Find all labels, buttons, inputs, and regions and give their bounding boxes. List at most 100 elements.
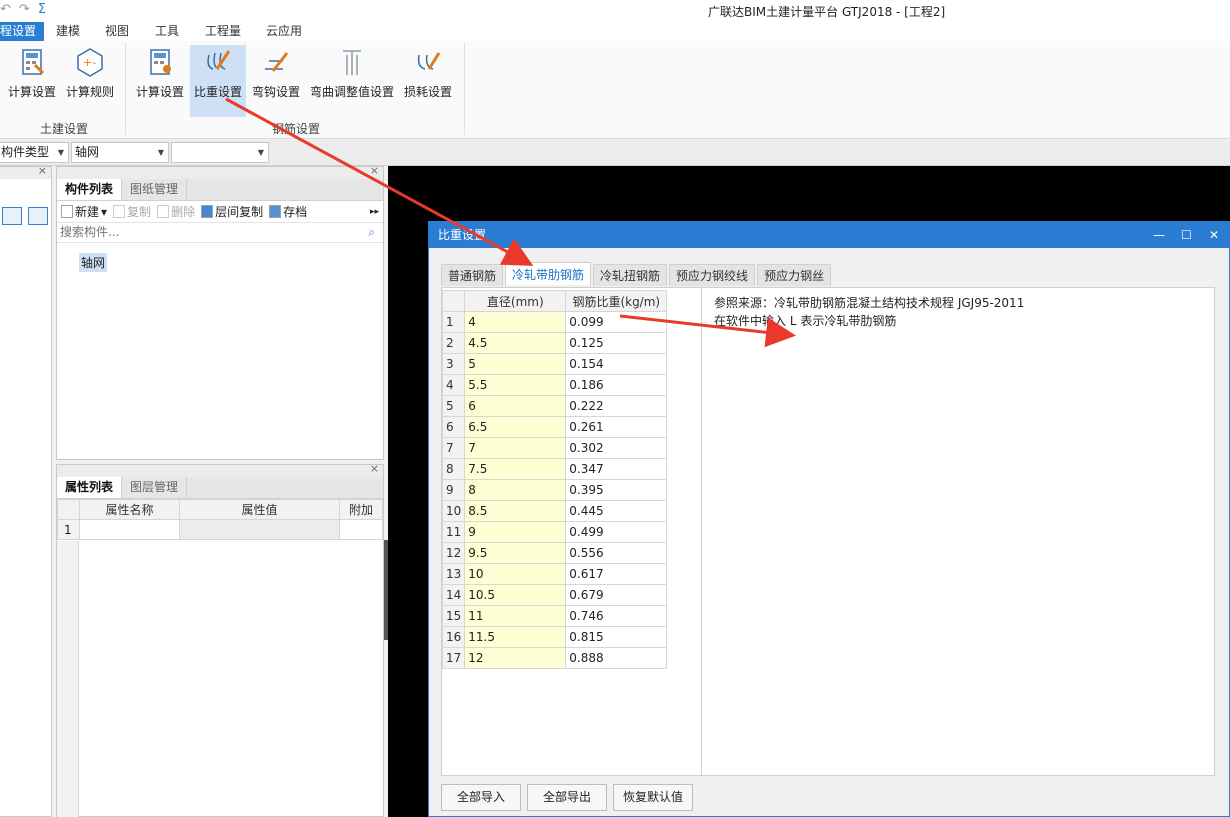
menu-tab-settings[interactable]: 程设置 — [0, 22, 45, 41]
tab-component-list[interactable]: 构件列表 — [57, 179, 123, 200]
redo-icon[interactable]: ↷ — [19, 2, 30, 17]
undo-icon[interactable]: ↶ — [0, 2, 11, 17]
weight-cell[interactable]: 0.395 — [565, 479, 668, 501]
loss-settings-button[interactable]: 损耗设置 — [402, 45, 454, 113]
table-row[interactable]: 2 4.5 0.125 — [441, 332, 668, 354]
diameter-cell[interactable]: 12 — [464, 647, 567, 669]
table-row[interactable]: 14 10.5 0.679 — [441, 584, 668, 606]
delete-button[interactable]: 删除 — [157, 203, 195, 220]
floor-copy-button[interactable]: 层间复制 — [201, 203, 263, 220]
weight-settings-button[interactable]: 比重设置 — [190, 45, 246, 117]
export-all-button[interactable]: 全部导出 — [527, 784, 607, 811]
weight-cell[interactable]: 0.154 — [565, 353, 668, 375]
table-row[interactable]: 16 11.5 0.815 — [441, 626, 668, 648]
sub-component-select[interactable]: ▼ — [171, 142, 269, 163]
table-row[interactable]: 11 9 0.499 — [441, 521, 668, 543]
diameter-cell[interactable]: 10 — [464, 563, 567, 585]
component-type-select[interactable]: 构件类型 ▼ — [0, 142, 69, 163]
weight-cell[interactable]: 0.445 — [565, 500, 668, 522]
close-icon[interactable]: × — [370, 462, 379, 475]
list-item[interactable]: 轴网 — [79, 253, 108, 272]
tab-drawing-management[interactable]: 图纸管理 — [122, 179, 188, 200]
search-icon[interactable]: ⌕ — [368, 225, 375, 240]
menu-tab-tools[interactable]: 工具 — [155, 22, 179, 41]
more-icon[interactable]: ▸▸ — [370, 207, 379, 217]
rebar-calc-settings-button[interactable]: 计算设置 — [134, 45, 186, 113]
tab-prestressed-strand[interactable]: 预应力钢绞线 — [669, 264, 756, 286]
diameter-cell[interactable]: 9 — [464, 521, 567, 543]
close-icon[interactable]: × — [38, 164, 47, 177]
table-row[interactable]: 10 8.5 0.445 — [441, 500, 668, 522]
table-row[interactable]: 3 5 0.154 — [441, 353, 668, 375]
import-all-button[interactable]: 全部导入 — [441, 784, 521, 811]
table-row[interactable]: 15 11 0.746 — [441, 605, 668, 627]
minimize-icon[interactable]: — — [1153, 222, 1165, 248]
tab-cold-rolled-twisted[interactable]: 冷轧扭钢筋 — [593, 264, 668, 286]
tab-prestressed-wire[interactable]: 预应力钢丝 — [757, 264, 832, 286]
civil-calc-settings-button[interactable]: 计算设置 — [6, 45, 58, 113]
diameter-cell[interactable]: 5 — [464, 353, 567, 375]
weight-cell[interactable]: 0.815 — [565, 626, 668, 648]
menu-tab-cloud[interactable]: 云应用 — [266, 22, 302, 41]
table-row[interactable]: 9 8 0.395 — [441, 479, 668, 501]
diameter-cell[interactable]: 8.5 — [464, 500, 567, 522]
table-row[interactable]: 8 7.5 0.347 — [441, 458, 668, 480]
axis-select[interactable]: 轴网 ▼ — [71, 142, 169, 163]
weight-cell[interactable]: 0.125 — [565, 332, 668, 354]
diameter-cell[interactable]: 7.5 — [464, 458, 567, 480]
diameter-cell[interactable]: 6 — [464, 395, 567, 417]
diameter-cell[interactable]: 6.5 — [464, 416, 567, 438]
table-row[interactable]: 1 4 0.099 — [441, 311, 668, 333]
menu-tab-modeling[interactable]: 建模 — [56, 22, 80, 41]
new-button[interactable]: 新建 ▾ — [61, 203, 107, 220]
weight-cell[interactable]: 0.617 — [565, 563, 668, 585]
weight-cell[interactable]: 0.347 — [565, 458, 668, 480]
table-row[interactable]: 17 12 0.888 — [441, 647, 668, 669]
weight-cell[interactable]: 0.099 — [565, 311, 668, 333]
table-row[interactable]: 12 9.5 0.556 — [441, 542, 668, 564]
grid-view-icon[interactable] — [28, 207, 48, 225]
diameter-cell[interactable]: 11 — [464, 605, 567, 627]
table-row[interactable]: 7 7 0.302 — [441, 437, 668, 459]
tab-normal-rebar[interactable]: 普通钢筋 — [441, 264, 504, 286]
civil-calc-rules-button[interactable]: +- 计算规则 — [64, 45, 116, 113]
close-icon[interactable]: ✕ — [1209, 222, 1219, 248]
table-row[interactable]: 5 6 0.222 — [441, 395, 668, 417]
menu-tab-view[interactable]: 视图 — [105, 22, 129, 41]
menu-tab-quantity[interactable]: 工程量 — [205, 22, 241, 41]
weight-cell[interactable]: 0.556 — [565, 542, 668, 564]
sum-icon[interactable]: Σ — [38, 2, 46, 17]
diameter-cell[interactable]: 4.5 — [464, 332, 567, 354]
table-row[interactable]: 13 10 0.617 — [441, 563, 668, 585]
list-view-icon[interactable] — [2, 207, 22, 225]
weight-cell[interactable]: 0.746 — [565, 605, 668, 627]
weight-cell[interactable]: 0.261 — [565, 416, 668, 438]
tab-cold-rolled-ribbed[interactable]: 冷轧带肋钢筋 — [505, 262, 592, 285]
diameter-cell[interactable]: 10.5 — [464, 584, 567, 606]
diameter-cell[interactable]: 9.5 — [464, 542, 567, 564]
weight-cell[interactable]: 0.186 — [565, 374, 668, 396]
diameter-cell[interactable]: 11.5 — [464, 626, 567, 648]
diameter-cell[interactable]: 5.5 — [464, 374, 567, 396]
restore-defaults-button[interactable]: 恢复默认值 — [613, 784, 693, 811]
weight-cell[interactable]: 0.888 — [565, 647, 668, 669]
hook-settings-button[interactable]: 弯钩设置 — [250, 45, 302, 113]
search-input[interactable] — [57, 223, 357, 241]
bend-adjust-settings-button[interactable]: 弯曲调整值设置 — [308, 45, 396, 113]
diameter-cell[interactable]: 8 — [464, 479, 567, 501]
save-button[interactable]: 存档 — [269, 203, 307, 220]
diameter-cell[interactable]: 4 — [464, 311, 567, 333]
weight-cell[interactable]: 0.679 — [565, 584, 668, 606]
table-row[interactable]: 1 — [57, 519, 383, 540]
weight-cell[interactable]: 0.302 — [565, 437, 668, 459]
table-row[interactable]: 4 5.5 0.186 — [441, 374, 668, 396]
tab-property-list[interactable]: 属性列表 — [57, 477, 123, 498]
weight-cell[interactable]: 0.499 — [565, 521, 668, 543]
table-row[interactable]: 6 6.5 0.261 — [441, 416, 668, 438]
maximize-icon[interactable]: ☐ — [1181, 222, 1192, 248]
tab-layer-management[interactable]: 图层管理 — [122, 477, 188, 498]
diameter-cell[interactable]: 7 — [464, 437, 567, 459]
weight-cell[interactable]: 0.222 — [565, 395, 668, 417]
close-icon[interactable]: × — [370, 164, 379, 177]
copy-button[interactable]: 复制 — [113, 203, 151, 220]
